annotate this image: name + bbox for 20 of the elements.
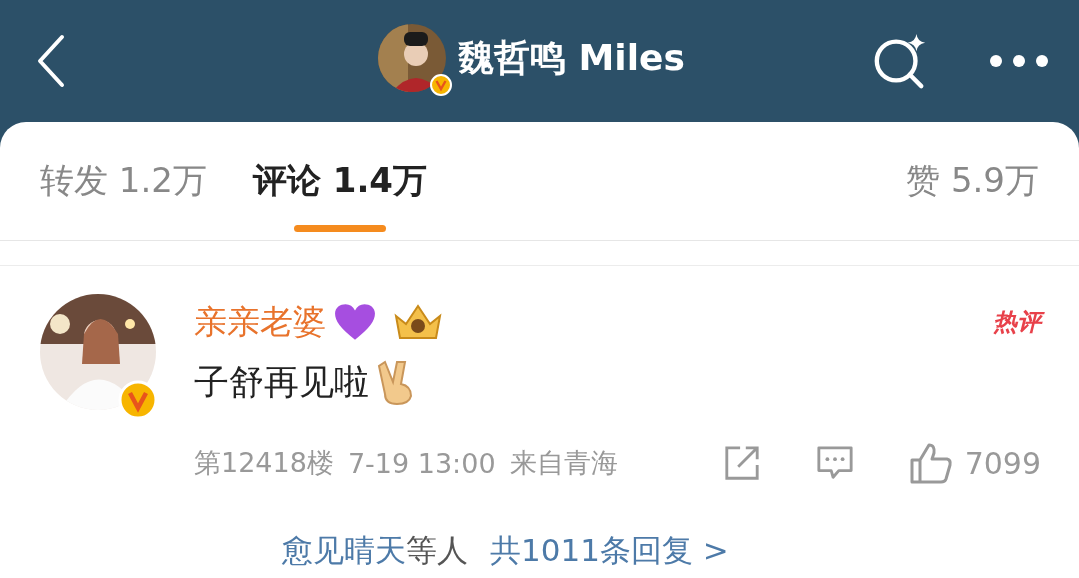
reply-user-link[interactable]: 愈见晴天 <box>282 530 406 572</box>
comment-text: 子舒再见啦 <box>194 360 369 404</box>
reply-suffix: 等人 <box>406 531 468 570</box>
heart-icon <box>334 303 376 341</box>
tab[interactable]: 赞 5.9万 <box>906 122 1039 240</box>
comment-location: 来自青海 <box>509 446 618 480</box>
more-icon[interactable] <box>989 54 1049 68</box>
comment-time: 7-19 13:00 <box>347 447 496 479</box>
crown-badge-icon <box>392 302 444 342</box>
profile-name: 魏哲鸣 Miles <box>458 35 685 80</box>
tab[interactable]: 转发 1.2万 <box>40 122 207 240</box>
tab[interactable]: 评论 1.4万 <box>252 122 427 240</box>
comment-icon[interactable] <box>814 444 855 482</box>
like-count: 7099 <box>964 445 1041 481</box>
view-replies-link[interactable]: 共1011条回复 > <box>490 530 729 572</box>
floor-number: 第12418楼 <box>194 446 334 480</box>
like-icon[interactable] <box>908 442 953 484</box>
share-icon[interactable] <box>722 444 761 482</box>
back-icon[interactable] <box>36 33 66 89</box>
username[interactable]: 亲亲老婆 <box>194 299 326 345</box>
